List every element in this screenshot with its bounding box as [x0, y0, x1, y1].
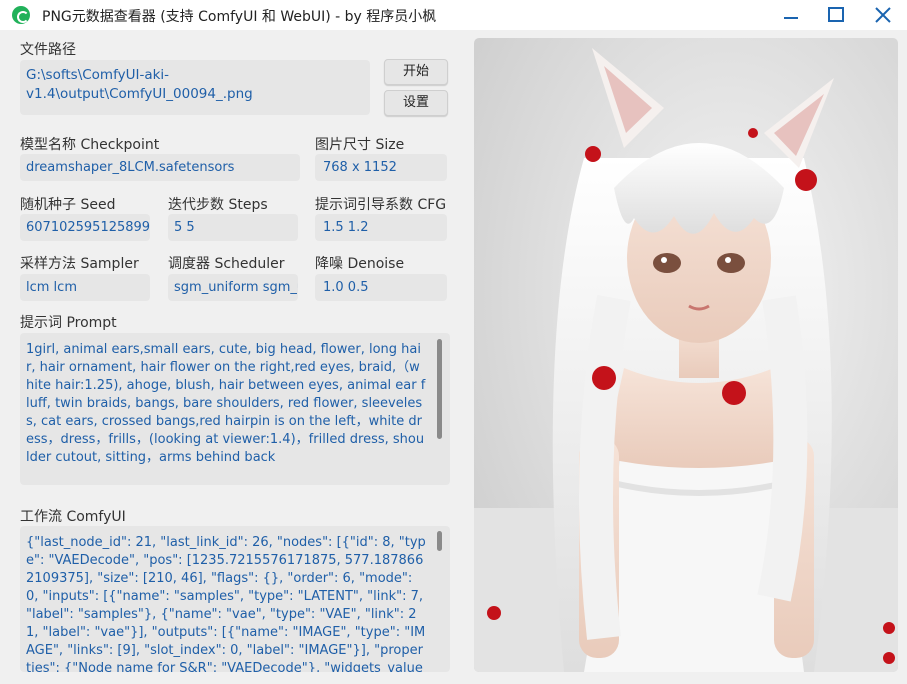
checkpoint-field[interactable]: dreamshaper_8LCM.safetensors [20, 154, 300, 181]
maximize-icon[interactable] [825, 4, 847, 26]
sampler-field[interactable]: lcm lcm [20, 274, 150, 301]
title-bar: PNG元数据查看器 (支持 ComfyUI 和 WebUI) - by 程序员小… [0, 0, 907, 30]
app-logo-icon [12, 6, 30, 24]
scheduler-label: 调度器 Scheduler [168, 256, 285, 272]
cfg-label: 提示词引导系数 CFG [315, 197, 447, 213]
denoise-label: 降噪 Denoise [315, 256, 405, 272]
close-icon[interactable] [872, 4, 894, 26]
file-path-label: 文件路径 [20, 42, 76, 58]
prompt-textarea[interactable]: 1girl, animal ears,small ears, cute, big… [20, 333, 450, 485]
workflow-textarea[interactable]: {"last_node_id": 21, "last_link_id": 26,… [20, 526, 450, 672]
prompt-label: 提示词 Prompt [20, 315, 117, 331]
size-label: 图片尺寸 Size [315, 137, 405, 153]
denoise-field[interactable]: 1.0 0.5 [315, 274, 447, 301]
workflow-scrollbar[interactable] [437, 531, 442, 551]
checkpoint-label: 模型名称 Checkpoint [20, 137, 160, 153]
seed-label: 随机种子 Seed [20, 197, 116, 213]
prompt-scrollbar[interactable] [437, 339, 442, 439]
steps-field[interactable]: 5 5 [168, 214, 298, 241]
image-preview [474, 38, 898, 672]
preview-illustration [474, 48, 898, 672]
window-title: PNG元数据查看器 (支持 ComfyUI 和 WebUI) - by 程序员小… [42, 9, 437, 25]
workflow-label: 工作流 ComfyUI [20, 509, 126, 525]
size-field[interactable]: 768 x 1152 [315, 154, 447, 181]
settings-button[interactable]: 设置 [384, 90, 448, 116]
start-button[interactable]: 开始 [384, 59, 448, 85]
sampler-label: 采样方法 Sampler [20, 256, 139, 272]
scheduler-field[interactable]: sgm_uniform sgm_uniform [168, 274, 298, 301]
steps-label: 迭代步数 Steps [168, 197, 268, 213]
minimize-icon[interactable] [780, 4, 802, 26]
cfg-field[interactable]: 1.5 1.2 [315, 214, 447, 241]
file-path-field[interactable]: G:\softs\ComfyUI-aki-v1.4\output\ComfyUI… [20, 60, 370, 115]
seed-field[interactable]: 607102595125899 [20, 214, 150, 241]
